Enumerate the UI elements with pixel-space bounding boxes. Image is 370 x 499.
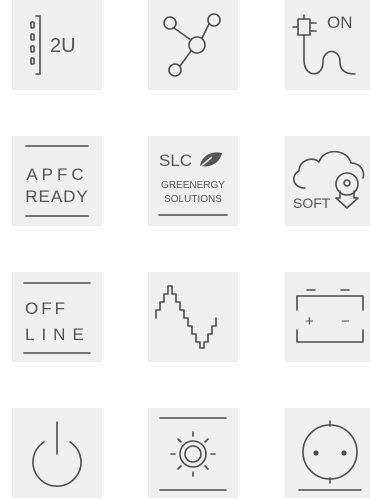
greenergy-label: GREENERGY (161, 180, 225, 191)
soft-label: SOFT (293, 195, 331, 211)
rack-2u-icon: 2U (12, 0, 102, 90)
battery-icon: + − (285, 272, 370, 362)
battery-minus: − (341, 313, 350, 330)
apfc-label: APFC (26, 165, 87, 184)
ready-label: READY (25, 187, 89, 206)
plug-on-label: ON (327, 13, 353, 32)
rack-2u-label: 2U (50, 35, 76, 57)
power-icon (12, 408, 102, 498)
apfc-ready-icon: APFC READY (12, 136, 102, 226)
power-socket-icon (285, 408, 370, 498)
network-nodes-icon (148, 0, 238, 90)
display-brightness-icon (148, 408, 238, 498)
plug-on-icon: ON (285, 0, 370, 90)
offline-icon: OFF LINE (12, 272, 102, 362)
battery-plus: + (305, 313, 314, 330)
line-label: LINE (25, 325, 91, 344)
slc-greenergy-logo: SLC GREENERGY SOLUTIONS (148, 136, 238, 226)
off-label: OFF (25, 299, 68, 318)
slc-label: SLC (159, 151, 192, 170)
cloud-soft-icon: SOFT (285, 136, 370, 226)
icon-grid: 2U ON APFC READY SLC GREENERGY SOLUTIONS… (0, 0, 370, 499)
sine-wave-icon (148, 272, 238, 362)
solutions-label: SOLUTIONS (164, 194, 222, 205)
